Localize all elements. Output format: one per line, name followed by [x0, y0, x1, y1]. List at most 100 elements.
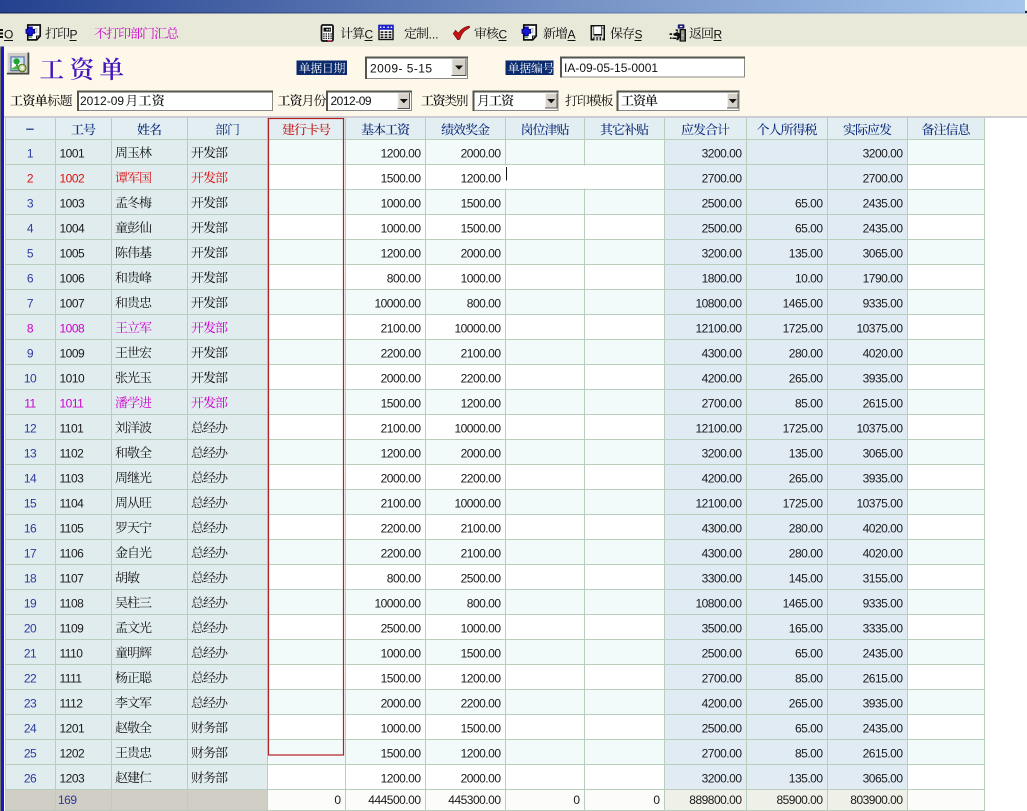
- svg-text:4200.00: 4200.00: [702, 696, 743, 710]
- svg-text:2000.00: 2000.00: [461, 446, 502, 460]
- svg-text:4300.00: 4300.00: [702, 346, 743, 360]
- svg-text:889800.00: 889800.00: [689, 793, 742, 807]
- svg-text:2012-09: 2012-09: [80, 94, 124, 108]
- svg-text:65.00: 65.00: [795, 721, 823, 735]
- svg-text:280.00: 280.00: [789, 521, 824, 535]
- svg-text:3200.00: 3200.00: [863, 146, 904, 160]
- svg-text:3935.00: 3935.00: [863, 471, 904, 485]
- svg-text:0: 0: [653, 793, 660, 807]
- svg-text:1200.00: 1200.00: [461, 396, 502, 410]
- svg-text:22: 22: [24, 671, 37, 685]
- svg-text:12100.00: 12100.00: [695, 496, 742, 510]
- svg-text:265.00: 265.00: [789, 371, 824, 385]
- svg-text:2100.00: 2100.00: [381, 496, 422, 510]
- svg-text:1200.00: 1200.00: [461, 746, 502, 760]
- svg-text:16: 16: [24, 521, 37, 535]
- svg-text:10375.00: 10375.00: [856, 496, 903, 510]
- svg-text:1500.00: 1500.00: [461, 221, 502, 235]
- svg-text:1109: 1109: [60, 621, 85, 635]
- svg-text:85.00: 85.00: [795, 396, 823, 410]
- svg-text:4020.00: 4020.00: [863, 546, 904, 560]
- svg-text:4200.00: 4200.00: [702, 471, 743, 485]
- svg-text:2435.00: 2435.00: [863, 221, 904, 235]
- svg-text:135.00: 135.00: [789, 446, 824, 460]
- svg-text:1201: 1201: [60, 721, 86, 735]
- svg-text:4020.00: 4020.00: [863, 521, 904, 535]
- svg-text:14: 14: [24, 471, 37, 485]
- svg-text:2000.00: 2000.00: [461, 146, 502, 160]
- svg-text:1105: 1105: [60, 521, 85, 535]
- svg-text:1000.00: 1000.00: [381, 646, 422, 660]
- svg-text:17: 17: [24, 546, 37, 560]
- svg-text:1102: 1102: [60, 446, 85, 460]
- svg-text:135.00: 135.00: [789, 771, 824, 785]
- svg-text:2: 2: [27, 171, 34, 185]
- svg-text:1006: 1006: [60, 271, 86, 285]
- svg-text:4300.00: 4300.00: [702, 521, 743, 535]
- svg-text:2200.00: 2200.00: [461, 471, 502, 485]
- svg-text:3935.00: 3935.00: [863, 696, 904, 710]
- svg-text:800.00: 800.00: [467, 596, 502, 610]
- svg-text:65.00: 65.00: [795, 221, 823, 235]
- svg-text:7: 7: [27, 296, 34, 310]
- svg-text:65.00: 65.00: [795, 646, 823, 660]
- svg-text:1500.00: 1500.00: [381, 746, 422, 760]
- svg-text:3335.00: 3335.00: [863, 621, 904, 635]
- svg-text:2200.00: 2200.00: [381, 521, 422, 535]
- svg-text:2100.00: 2100.00: [381, 421, 422, 435]
- svg-text:10000.00: 10000.00: [374, 296, 421, 310]
- svg-text:1500.00: 1500.00: [461, 196, 502, 210]
- svg-text:1107: 1107: [60, 571, 85, 585]
- svg-text:1001: 1001: [60, 146, 86, 160]
- svg-text:2435.00: 2435.00: [863, 646, 904, 660]
- svg-text:1000.00: 1000.00: [381, 196, 422, 210]
- svg-text:2000.00: 2000.00: [381, 371, 422, 385]
- svg-text:65.00: 65.00: [795, 196, 823, 210]
- svg-text:2435.00: 2435.00: [863, 721, 904, 735]
- svg-text:4020.00: 4020.00: [863, 346, 904, 360]
- svg-text:C: C: [365, 28, 374, 42]
- svg-text:135.00: 135.00: [789, 246, 824, 260]
- svg-text:2700.00: 2700.00: [702, 671, 743, 685]
- svg-text:15: 15: [24, 496, 37, 510]
- svg-text:0: 0: [573, 793, 580, 807]
- svg-text:2500.00: 2500.00: [702, 646, 743, 660]
- svg-text:...: ...: [429, 28, 439, 42]
- svg-text:11: 11: [24, 396, 36, 410]
- svg-text:445300.00: 445300.00: [448, 793, 501, 807]
- svg-text:1011: 1011: [60, 396, 85, 410]
- svg-text:1000.00: 1000.00: [461, 621, 502, 635]
- svg-text:1106: 1106: [60, 546, 85, 560]
- svg-text:1000.00: 1000.00: [461, 271, 502, 285]
- svg-text:1104: 1104: [60, 496, 85, 510]
- svg-text:4300.00: 4300.00: [702, 546, 743, 560]
- svg-text:2435.00: 2435.00: [863, 196, 904, 210]
- svg-text:1800.00: 1800.00: [702, 271, 743, 285]
- svg-text:1103: 1103: [60, 471, 85, 485]
- svg-text:165.00: 165.00: [789, 621, 824, 635]
- svg-text:4200.00: 4200.00: [702, 371, 743, 385]
- svg-text:1110: 1110: [60, 646, 84, 660]
- svg-text:O: O: [4, 28, 13, 42]
- svg-text:2000.00: 2000.00: [381, 471, 422, 485]
- svg-text:1725.00: 1725.00: [783, 321, 824, 335]
- svg-text:1203: 1203: [60, 771, 86, 785]
- svg-text:2500.00: 2500.00: [381, 621, 422, 635]
- svg-text:10000.00: 10000.00: [454, 321, 501, 335]
- svg-text:2700.00: 2700.00: [863, 171, 904, 185]
- svg-text:800.00: 800.00: [467, 296, 502, 310]
- svg-text:280.00: 280.00: [789, 546, 824, 560]
- svg-text:1: 1: [27, 146, 34, 160]
- svg-text:5: 5: [27, 246, 34, 260]
- svg-text:12: 12: [24, 421, 37, 435]
- svg-text:8: 8: [27, 321, 34, 335]
- svg-text:3935.00: 3935.00: [863, 371, 904, 385]
- svg-text:265.00: 265.00: [789, 471, 824, 485]
- svg-text:145.00: 145.00: [789, 571, 824, 585]
- svg-text:1500.00: 1500.00: [381, 396, 422, 410]
- svg-text:2615.00: 2615.00: [863, 746, 904, 760]
- svg-text:6: 6: [27, 271, 34, 285]
- svg-text:10000.00: 10000.00: [454, 496, 501, 510]
- svg-text:3200.00: 3200.00: [702, 771, 743, 785]
- svg-text:3065.00: 3065.00: [863, 446, 904, 460]
